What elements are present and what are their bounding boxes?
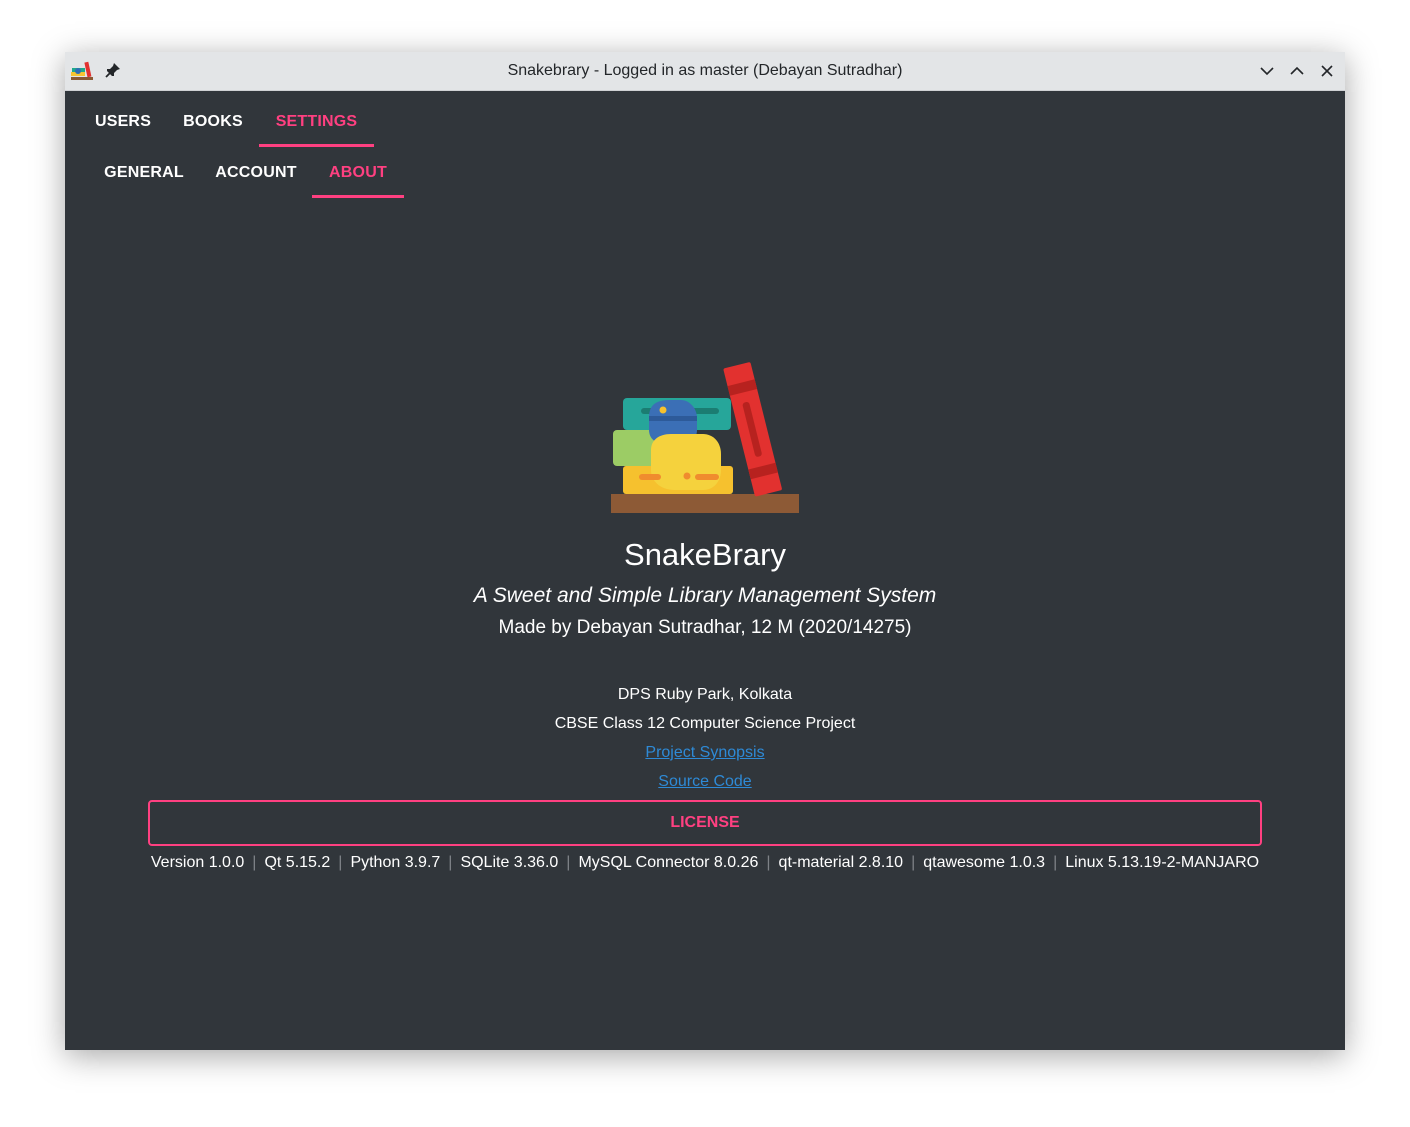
project-synopsis-link[interactable]: Project Synopsis (645, 744, 764, 761)
version-item: Python 3.9.7 (350, 854, 441, 871)
version-item: Version 1.0.0 (150, 854, 245, 871)
source-link-row: Source Code (65, 773, 1345, 791)
separator: | (448, 854, 453, 871)
version-item: Qt 5.15.2 (264, 854, 331, 871)
school-line: DPS Ruby Park, Kolkata (617, 686, 793, 703)
version-item: qtawesome 1.0.3 (923, 854, 1046, 871)
maximize-icon[interactable] (1287, 61, 1307, 81)
version-item: SQLite 3.36.0 (460, 854, 559, 871)
separator: | (911, 854, 916, 871)
snakebrary-logo (611, 362, 799, 513)
separator: | (252, 854, 257, 871)
project-line: CBSE Class 12 Computer Science Project (554, 715, 856, 732)
tab-books[interactable]: BOOKS (172, 100, 254, 144)
tab-account[interactable]: ACCOUNT (203, 151, 309, 195)
author-line: Made by Debayan Sutradhar, 12 M (2020/14… (498, 617, 912, 638)
separator: | (766, 854, 771, 871)
license-button[interactable]: LICENSE (148, 800, 1262, 846)
main-window: Snakebrary - Logged in as master (Debaya… (65, 52, 1345, 1050)
window-title: Snakebrary - Logged in as master (Debaya… (507, 62, 903, 79)
synopsis-link-row: Project Synopsis (65, 744, 1345, 762)
version-item: MySQL Connector 8.0.26 (578, 854, 759, 871)
app-name: SnakeBrary (624, 537, 786, 572)
app-tagline: A Sweet and Simple Library Management Sy… (473, 584, 937, 607)
tab-users[interactable]: USERS (79, 100, 167, 144)
separator: | (338, 854, 343, 871)
version-info: Version 1.0.0 | Qt 5.15.2 | Python 3.9.7 | SQL… (65, 854, 1345, 872)
close-icon[interactable] (1317, 61, 1337, 81)
separator: | (1053, 854, 1058, 871)
version-item: Linux 5.13.19-2-MANJARO (1065, 854, 1260, 871)
title-bar[interactable]: Snakebrary - Logged in as master (Debaya… (65, 52, 1345, 91)
minimize-icon[interactable] (1257, 61, 1277, 81)
separator: | (566, 854, 571, 871)
source-code-link[interactable]: Source Code (658, 773, 751, 790)
tab-settings[interactable]: SETTINGS (259, 100, 374, 147)
version-item: qt-material 2.8.10 (778, 854, 904, 871)
tab-about[interactable]: ABOUT (312, 151, 404, 198)
tab-general[interactable]: GENERAL (91, 151, 197, 195)
